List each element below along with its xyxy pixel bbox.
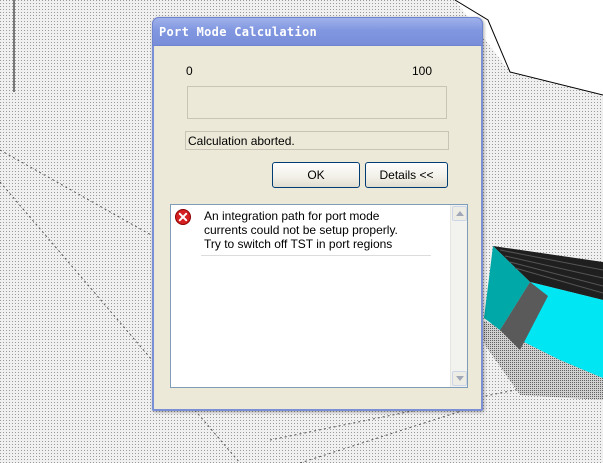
status-field: Calculation aborted. [185,131,449,150]
status-text: Calculation aborted. [188,134,295,148]
progress-max-label: 100 [412,64,433,78]
arrow-up-icon [456,211,464,216]
message-list[interactable]: An integration path for port mode curren… [170,204,468,388]
error-message-line: currents could not be setup properly. [204,223,398,237]
port-mode-dialog: Port Mode Calculation 0 100 Calculation … [152,17,483,411]
dialog-title-bar[interactable]: Port Mode Calculation [152,17,483,46]
scroll-down-button[interactable] [452,371,467,386]
arrow-down-icon [456,376,464,381]
dialog-title: Port Mode Calculation [159,25,318,39]
error-message: An integration path for port mode curren… [204,209,444,251]
error-icon [175,209,191,225]
error-message-line: Try to switch off TST in port regions [204,237,393,251]
ok-button[interactable]: OK [272,162,360,188]
details-button[interactable]: Details << [365,162,448,188]
progress-min-label: 0 [186,64,193,78]
vertical-scrollbar[interactable] [450,205,467,387]
error-message-line: An integration path for port mode [204,209,380,223]
message-separator [201,255,431,256]
progress-bar [187,86,447,119]
scroll-up-button[interactable] [452,206,467,221]
